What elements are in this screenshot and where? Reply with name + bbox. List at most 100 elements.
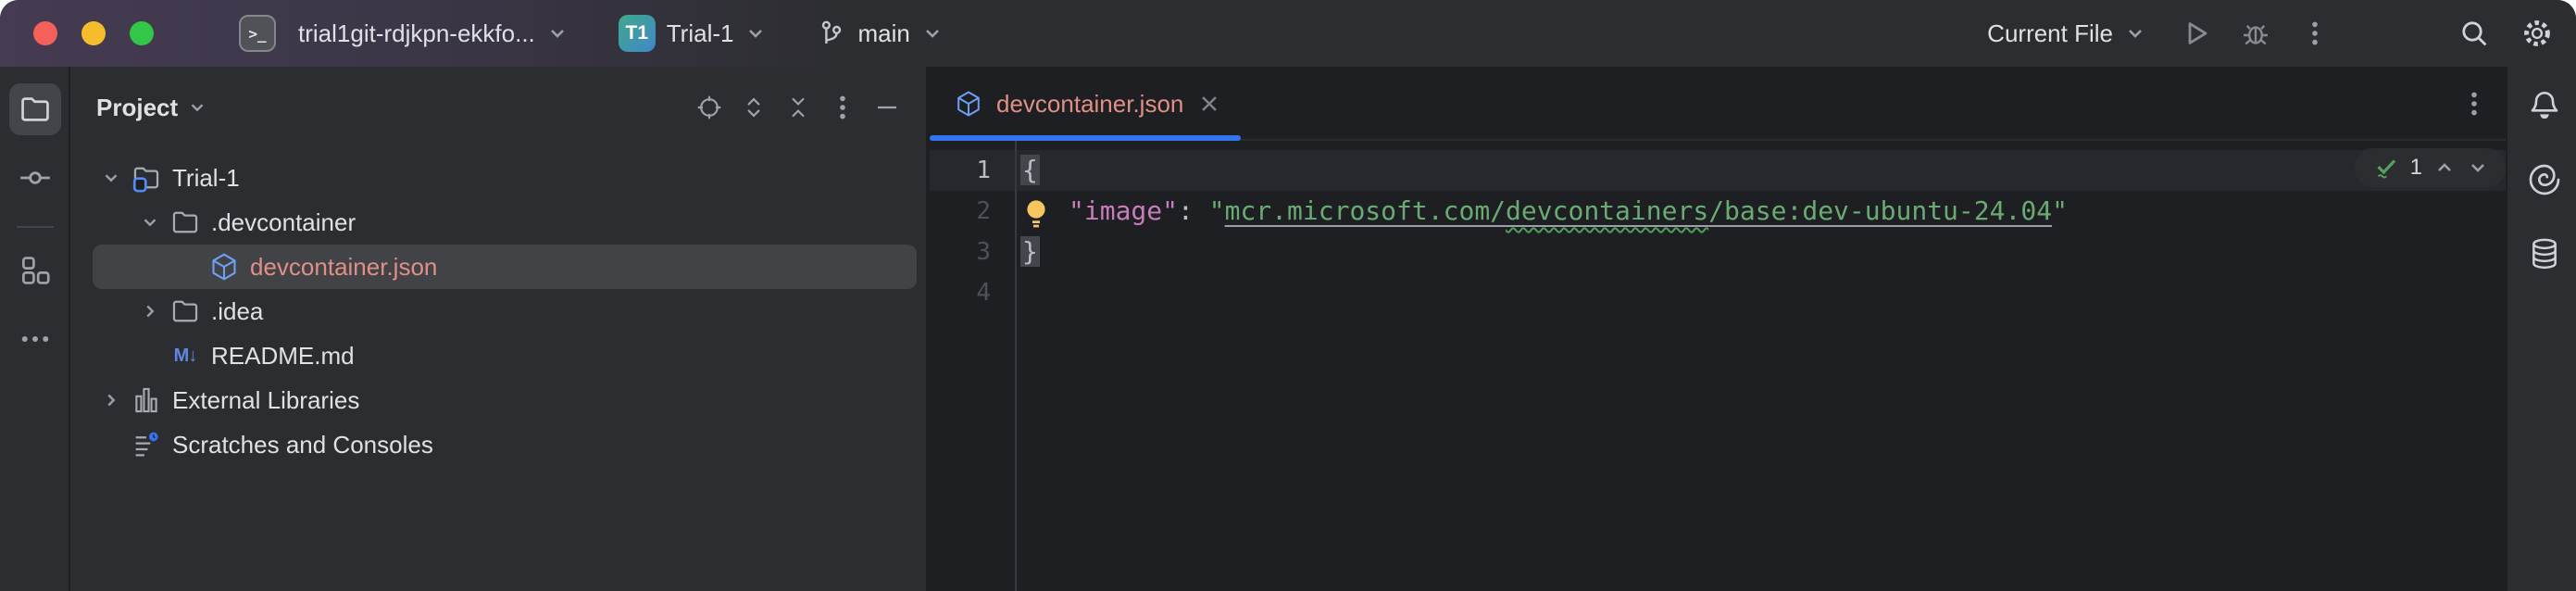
code-editor[interactable]: 1 { 2 "image": "mcr.microsoft.com/devcon… <box>930 141 2506 591</box>
play-icon <box>2180 17 2213 50</box>
title-bar: >_ trial1git-rdjkpn-ekkfo... T1 Trial-1 … <box>0 0 2576 67</box>
tree-row-idea-folder[interactable]: .idea <box>70 289 926 333</box>
workspace-name: Trial-1 <box>667 19 734 48</box>
inspections-ok-icon <box>2371 154 2399 182</box>
line-number: 4 <box>930 272 1015 313</box>
colon: : <box>1178 195 1209 226</box>
kebab-menu-icon <box>2300 19 2330 48</box>
run-configuration-label: Current File <box>1987 19 2113 48</box>
search-everywhere-button[interactable] <box>2450 9 2498 57</box>
line-number: 2 <box>930 191 1015 232</box>
chevron-down-icon <box>2124 22 2146 44</box>
line-number: 1 <box>930 150 1015 191</box>
open-brace: { <box>1020 155 1040 185</box>
tree-label: External Libraries <box>172 386 359 415</box>
editor-options-icon[interactable] <box>2459 89 2489 119</box>
devcontainer-cube-icon <box>208 251 240 283</box>
editor-area: devcontainer.json 1 { 2 "image": "mcr.mi… <box>930 67 2506 591</box>
chevron-right-icon[interactable] <box>140 301 160 321</box>
settings-button[interactable] <box>2513 9 2561 57</box>
code-line-4: 4 <box>930 272 2506 313</box>
close-icon[interactable] <box>1196 91 1222 117</box>
more-actions-button[interactable] <box>2291 9 2339 57</box>
close-brace: } <box>1020 236 1040 267</box>
tree-label: Scratches and Consoles <box>172 431 433 459</box>
right-tool-strip <box>2506 67 2576 591</box>
gear-icon <box>2520 16 2555 51</box>
tree-row-devcontainer-json[interactable]: devcontainer.json <box>70 245 926 289</box>
url-typo-segment: devcontainers <box>1506 195 1708 226</box>
tab-title: devcontainer.json <box>996 90 1183 119</box>
code-line-1: 1 { <box>930 150 2506 191</box>
inspections-count: 1 <box>2410 155 2422 181</box>
commit-icon <box>17 159 54 196</box>
intention-lightbulb-icon[interactable] <box>1022 198 1050 230</box>
url-tail: /base:dev-ubuntu-24.04 <box>1708 195 2052 226</box>
strip-divider <box>17 226 54 228</box>
hide-panel-icon[interactable] <box>872 93 902 122</box>
database-button[interactable] <box>2519 228 2570 280</box>
commit-tool-window-button[interactable] <box>9 152 61 204</box>
chevron-down-icon[interactable] <box>101 168 121 188</box>
editor-tab-bar: devcontainer.json <box>930 67 2506 141</box>
collapse-all-icon[interactable] <box>783 93 813 122</box>
workspace-switcher[interactable]: T1 Trial-1 <box>619 15 768 52</box>
tree-label: README.md <box>211 342 355 371</box>
folder-icon <box>18 92 53 127</box>
tree-row-trial-1[interactable]: Trial-1 <box>70 156 926 200</box>
libraries-icon <box>131 384 162 416</box>
fullscreen-window-button[interactable] <box>130 21 154 45</box>
tree-label: .idea <box>211 297 263 326</box>
project-folder-icon <box>131 162 162 194</box>
workspace-badge: T1 <box>619 15 656 52</box>
run-configuration-selector[interactable]: Current File <box>1987 19 2146 48</box>
folder-icon <box>169 296 201 327</box>
tab-devcontainer-json[interactable]: devcontainer.json <box>930 67 1241 141</box>
more-tool-windows-button[interactable] <box>9 313 61 365</box>
ai-assistant-button[interactable] <box>2519 154 2570 206</box>
project-tree: Trial-1 .devcontainer devcontainer.json … <box>70 156 926 467</box>
previous-problem-icon[interactable] <box>2433 157 2456 179</box>
quote-open: " <box>1209 195 1225 226</box>
traffic-lights <box>0 21 154 45</box>
close-window-button[interactable] <box>33 21 57 45</box>
ai-assistant-icon <box>2526 161 2563 198</box>
structure-tool-window-button[interactable] <box>9 245 61 296</box>
chevron-down-icon <box>744 22 767 44</box>
panel-options-icon[interactable] <box>828 93 857 122</box>
chevron-down-icon[interactable] <box>140 212 160 233</box>
ellipsis-icon <box>19 322 52 356</box>
minimize-window-button[interactable] <box>81 21 106 45</box>
panel-title[interactable]: Project <box>96 94 178 122</box>
git-branch-widget[interactable]: main <box>817 19 943 48</box>
folder-icon <box>169 207 201 238</box>
structure-icon <box>18 253 53 288</box>
locate-file-icon[interactable] <box>694 93 724 122</box>
git-branch-icon <box>817 19 846 48</box>
next-problem-icon[interactable] <box>2467 157 2489 179</box>
ide-window: >_ trial1git-rdjkpn-ekkfo... T1 Trial-1 … <box>0 0 2576 591</box>
tree-label: Trial-1 <box>172 164 240 193</box>
chevron-right-icon[interactable] <box>101 390 121 410</box>
tree-row-external-libraries[interactable]: External Libraries <box>70 378 926 422</box>
debug-button[interactable] <box>2232 9 2280 57</box>
project-switcher[interactable]: >_ trial1git-rdjkpn-ekkfo... <box>239 15 569 52</box>
chevron-down-icon <box>921 22 944 44</box>
image-url-link[interactable]: mcr.microsoft.com/devcontainers/base:dev… <box>1225 195 2052 226</box>
chevron-down-icon[interactable] <box>187 97 207 118</box>
inspections-widget[interactable]: 1 <box>2355 148 2506 187</box>
left-tool-strip <box>0 67 70 591</box>
project-panel: Project Trial-1 <box>70 67 930 591</box>
tree-row-scratches[interactable]: Scratches and Consoles <box>70 422 926 467</box>
database-icon <box>2526 235 2563 272</box>
run-button[interactable] <box>2172 9 2220 57</box>
tree-label: .devcontainer <box>211 208 356 237</box>
tree-row-devcontainer-folder[interactable]: .devcontainer <box>70 200 926 245</box>
tree-label: devcontainer.json <box>250 253 437 282</box>
project-tool-window-button[interactable] <box>9 83 61 135</box>
tree-row-readme[interactable]: M↓ README.md <box>70 333 926 378</box>
expand-all-icon[interactable] <box>739 93 769 122</box>
notifications-button[interactable] <box>2519 80 2570 132</box>
chevron-down-icon <box>546 22 569 44</box>
project-switcher-label: trial1git-rdjkpn-ekkfo... <box>298 19 535 48</box>
